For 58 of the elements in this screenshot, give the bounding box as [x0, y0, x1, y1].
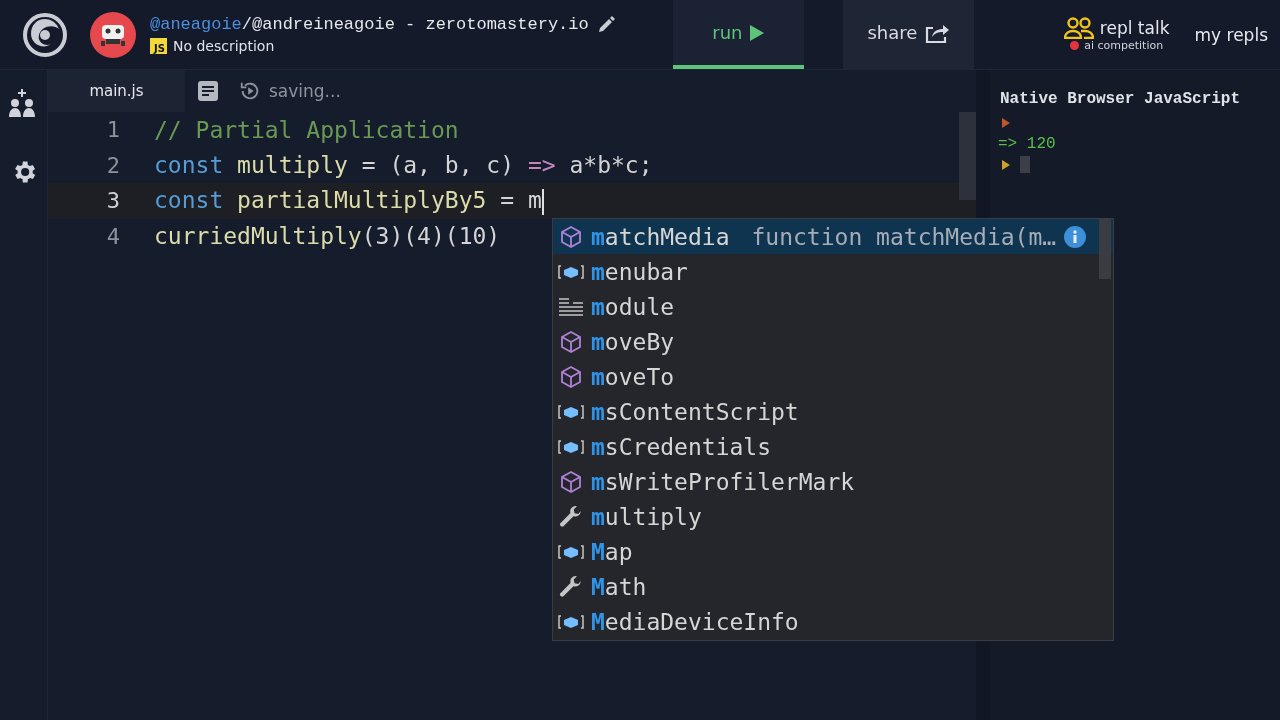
scrollbar-thumb[interactable] — [959, 112, 976, 200]
cube-icon — [559, 329, 583, 354]
line-number: 2 — [105, 152, 120, 178]
competition-label: ai competition — [1084, 39, 1164, 52]
scrollbar-thumb[interactable] — [1099, 219, 1111, 279]
suggestion-item[interactable]: multiply — [553, 499, 1113, 535]
saving-status: saving... — [269, 81, 341, 101]
code-line: // Partial Application — [154, 116, 459, 143]
owner-link[interactable]: @aneagoie — [150, 15, 242, 34]
suggestion-item[interactable]: msCredentials — [553, 429, 1113, 465]
cube-icon — [559, 470, 583, 495]
description: No description — [172, 38, 275, 54]
status-dot — [1070, 41, 1080, 50]
code-line: const partialMultiplyBy5 = m — [154, 187, 544, 215]
lines-icon — [558, 296, 584, 317]
code-line: const multiply = (a, b, c) => a*b*c; — [154, 152, 653, 179]
suggestion-item[interactable]: menubar — [553, 254, 1113, 290]
field-icon — [558, 613, 584, 632]
suggestion-item[interactable]: Math — [553, 569, 1113, 605]
suggestion-item[interactable]: MediaDeviceInfo — [553, 604, 1113, 640]
robot-icon — [99, 22, 127, 47]
line-number: 3 — [105, 188, 120, 214]
suggestion-item[interactable]: matchMedia function matchMedia(m… — [553, 219, 1113, 255]
pencil-icon[interactable] — [596, 15, 615, 34]
info-icon[interactable] — [1064, 225, 1087, 248]
cube-icon — [559, 364, 583, 389]
logo-icon — [23, 12, 67, 57]
file-tab[interactable]: main.js — [48, 70, 185, 112]
suggestion-item[interactable]: module — [553, 289, 1113, 325]
console-output: => 120 — [998, 134, 1056, 153]
my-repls-link[interactable]: my repls — [1194, 24, 1268, 45]
suggestion-item[interactable]: msContentScript — [553, 394, 1113, 430]
field-icon — [558, 543, 584, 562]
suggestion-item[interactable]: Map — [553, 534, 1113, 570]
history-icon — [239, 80, 261, 102]
run-button[interactable]: run — [672, 0, 804, 69]
suggestion-item[interactable]: moveTo — [553, 359, 1113, 395]
suggestion-item[interactable]: moveBy — [553, 324, 1113, 360]
avatar[interactable] — [90, 11, 136, 58]
share-button[interactable]: share — [842, 0, 974, 69]
suggestion-item[interactable]: msWriteProfilerMark — [553, 464, 1113, 500]
code-line: curriedMultiply(3)(4)(10) — [154, 223, 501, 250]
field-icon — [558, 262, 584, 281]
play-icon — [750, 24, 765, 41]
suggestion-detail: function matchMedia(m… — [751, 223, 1057, 250]
document-icon — [198, 81, 218, 101]
line-number: 1 — [105, 117, 120, 143]
cube-icon — [559, 224, 583, 249]
repl-talk-link[interactable]: repl talk — [1063, 17, 1170, 39]
console-title: Native Browser JavaScript — [1000, 90, 1242, 108]
language-badge: JS — [150, 38, 167, 54]
field-icon — [558, 438, 584, 456]
console-input[interactable] — [1020, 156, 1030, 173]
share-icon — [925, 22, 950, 43]
repl-title: @aneagoie/@andreineagoie - zerotomastery.io — [150, 15, 589, 34]
line-number: 4 — [105, 223, 120, 249]
people-icon — [1063, 17, 1094, 39]
field-icon — [558, 402, 584, 421]
